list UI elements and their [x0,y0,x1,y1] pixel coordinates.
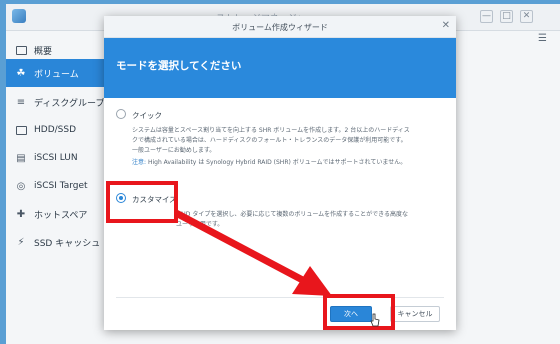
sidebar-item-hdd-ssd[interactable]: HDD/SSD [6,116,108,144]
sidebar-item-label: 概要 [34,46,53,57]
mouse-cursor-icon [370,313,380,327]
sidebar-item-volume[interactable]: ☘ ボリューム [6,59,108,87]
sidebar-item-iscsi-target[interactable]: ◎ iSCSI Target [6,172,108,200]
sidebar-item-disk-group[interactable]: ≡ ディスクグループ [6,88,108,116]
wizard-header: モードを選択してください [104,38,456,98]
sidebar-item-label: iSCSI Target [34,181,88,191]
quick-description-line-1: システムは容量とスペース割り当てを向上する SHR ボリュームを作成します。2 … [132,127,410,134]
wizard-heading: モードを選択してください [116,60,242,72]
quick-label[interactable]: クイック [132,110,162,121]
quick-radio[interactable] [116,109,126,119]
close-button[interactable]: ✕ [520,10,533,23]
iscsi-lun-icon: ▤ [16,152,26,164]
sidebar: 概要 ☘ ボリューム ≡ ディスクグループ HDD/SSD ▤ iSCSI LU… [6,31,108,344]
ssd-cache-icon: ⚡ [17,236,25,248]
volume-creation-wizard: ボリューム作成ウィザード ✕ モードを選択してください クイック システムは容量… [104,16,456,330]
hdd-icon [15,124,27,136]
sidebar-item-hot-spare[interactable]: ✚ ホットスペア [6,200,108,228]
overview-icon [15,44,27,56]
sidebar-item-label: iSCSI LUN [34,153,78,163]
sidebar-item-label: ディスクグループ [34,98,105,109]
maximize-button[interactable]: □ [500,10,513,23]
wizard-close-icon[interactable]: ✕ [442,20,450,31]
sidebar-item-label: ボリューム [34,69,79,80]
next-button-highlight [323,294,395,330]
quick-description-line-3: 一般ユーザーにお勧めします。 [132,147,216,154]
wizard-titlebar[interactable]: ボリューム作成ウィザード ✕ [104,16,456,38]
cancel-button[interactable]: キャンセル [390,306,440,322]
sidebar-item-label: SSD キャッシュ [34,238,101,249]
volume-icon: ☘ [16,67,26,79]
wizard-title: ボリューム作成ウィザード [232,23,328,32]
custom-description-line-2: ユーザー用です。 [176,221,224,228]
custom-description-line-1: RAID タイプを選択し、必要に応じて複数のボリュームを作成することができる高度… [176,211,409,218]
list-options-icon[interactable]: ☰ [538,34,550,44]
minimize-button[interactable]: — [480,10,493,23]
note-text: High Availability は Synology Hybrid RAID… [147,159,407,166]
note-label: 注意: [132,159,147,166]
quick-description-line-2: クで構成されている場合は、ハードディスクのフォールト・トレランスのデータ保護が利… [132,137,407,144]
sidebar-item-label: ホットスペア [34,210,88,221]
app-icon [12,9,26,23]
disk-group-icon: ≡ [16,96,26,108]
quick-note: 注意: High Availability は Synology Hybrid … [132,157,406,166]
iscsi-target-icon: ◎ [16,180,26,192]
sidebar-item-label: HDD/SSD [34,125,77,135]
sidebar-item-ssd-cache[interactable]: ⚡ SSD キャッシュ [6,228,108,256]
sidebar-item-iscsi-lun[interactable]: ▤ iSCSI LUN [6,144,108,172]
hot-spare-icon: ✚ [16,208,26,220]
custom-option-highlight [106,181,178,223]
